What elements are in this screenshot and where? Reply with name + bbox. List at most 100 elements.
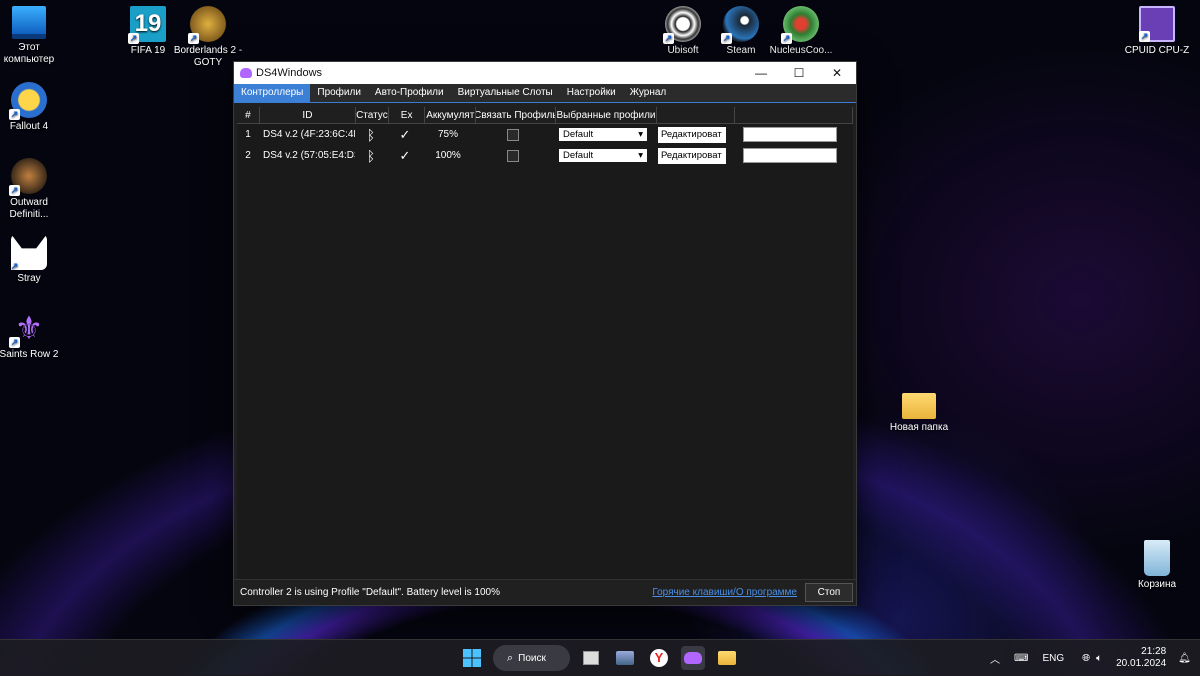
- desktop-icon-new-folder[interactable]: Новая папка: [883, 388, 955, 434]
- keyboard-icon[interactable]: ⌨: [1014, 653, 1028, 664]
- gallery-app-icon[interactable]: [613, 646, 637, 670]
- bluetooth-icon: ᛒ: [366, 147, 376, 164]
- tab-profiles[interactable]: Профили: [310, 84, 368, 102]
- shortcut-arrow-icon: ↗: [663, 33, 674, 44]
- column-header-id[interactable]: ID: [259, 107, 357, 124]
- search-icon: ⌕: [507, 651, 514, 664]
- fifa-icon: 19 ↗: [128, 6, 166, 44]
- maximize-button[interactable]: ☐: [780, 62, 818, 84]
- desktop-icon-outward[interactable]: ↗ Outward Definiti...: [0, 158, 65, 221]
- ubisoft-icon: ↗: [663, 6, 701, 44]
- stop-button[interactable]: Стоп: [805, 583, 853, 602]
- system-tray: ︿ ⌨ ENG 🌐︎ 🔈︎ 21:28 20.01.2024 🔔︎: [990, 640, 1191, 676]
- profile-dropdown[interactable]: Default ▾: [559, 128, 647, 141]
- desktop-icon-this-pc[interactable]: Этот компьютер: [0, 6, 65, 66]
- tab-log[interactable]: Журнал: [623, 84, 674, 102]
- table-row: 2 DS4 v.2 (57:05:E4:D3 ᛒ ✓ 100% Default ▾…: [237, 145, 853, 166]
- task-view-icon[interactable]: [579, 646, 603, 670]
- edit-cell: Редактироват: [653, 124, 731, 145]
- link-profile-checkbox[interactable]: [507, 149, 519, 162]
- windows-logo-icon: [463, 649, 481, 667]
- desktop-icon-cpuz[interactable]: ↗ CPUID CPU-Z: [1121, 6, 1193, 57]
- globe-icon[interactable]: 🌐︎: [1082, 653, 1090, 664]
- column-header-edit[interactable]: [656, 107, 735, 124]
- lightbar-cell: [731, 124, 849, 145]
- row-number: 2: [245, 150, 251, 161]
- yandex-browser-icon[interactable]: Y: [647, 646, 671, 670]
- ds4windows-window: DS4Windows — ☐ ✕ Контроллеры Профили Авт…: [233, 61, 857, 606]
- clock[interactable]: 21:28 20.01.2024: [1116, 646, 1166, 670]
- column-header-link-profile[interactable]: Связать Профиль: [476, 107, 557, 124]
- ds4windows-taskbar-icon[interactable]: [681, 646, 705, 670]
- file-explorer-icon[interactable]: [715, 646, 739, 670]
- chevron-down-icon: ▾: [638, 129, 643, 140]
- shortcut-arrow-icon: ↗: [128, 33, 139, 44]
- profile-dropdown[interactable]: Default ▾: [559, 149, 647, 162]
- title-bar[interactable]: DS4Windows — ☐ ✕: [234, 62, 856, 84]
- volume-icon[interactable]: 🔈︎: [1096, 653, 1102, 664]
- desktop-icon-label: Fallout 4: [9, 121, 49, 132]
- shortcut-arrow-icon: ↗: [9, 109, 20, 120]
- desktop-icon-label: Ubisoft: [667, 45, 699, 56]
- profile-dropdown-value: Default: [563, 129, 594, 140]
- status-message: Controller 2 is using Profile "Default".…: [240, 587, 500, 598]
- folder-icon: [902, 393, 936, 419]
- desktop-icon-label: Borderlands 2 - GOTY: [173, 45, 243, 68]
- clock-time: 21:28: [1141, 646, 1167, 657]
- saints-row-icon: ⚜ ↗: [9, 310, 44, 348]
- column-header-ex[interactable]: Ex: [388, 107, 426, 124]
- search-label: Поиск: [518, 652, 546, 664]
- column-header-status[interactable]: Статус: [356, 107, 389, 124]
- column-header-number[interactable]: #: [237, 107, 260, 124]
- edit-profile-button[interactable]: Редактироват: [658, 147, 726, 164]
- fallout-icon: ↗: [9, 82, 47, 120]
- minimize-button[interactable]: —: [742, 62, 780, 84]
- hotkeys-about-link[interactable]: Горячие клавиши/О программе: [652, 587, 797, 598]
- desktop-icon-label: Stray: [17, 273, 41, 284]
- start-button[interactable]: [460, 646, 484, 670]
- monitor-icon: [12, 6, 46, 39]
- shortcut-arrow-icon: ↗: [1139, 31, 1150, 42]
- lightbar-cell: [731, 145, 849, 166]
- status-bar: Controller 2 is using Profile "Default".…: [234, 579, 856, 605]
- battery-level: 75%: [437, 129, 458, 140]
- tab-auto-profiles[interactable]: Авто-Профили: [368, 84, 451, 102]
- desktop-icon-label: Корзина: [1137, 579, 1177, 590]
- shortcut-arrow-icon: ↗: [721, 33, 732, 44]
- tab-settings[interactable]: Настройки: [560, 84, 623, 102]
- bluetooth-icon: ᛒ: [366, 126, 376, 143]
- tab-controllers[interactable]: Контроллеры: [234, 84, 311, 102]
- controller-id: DS4 v.2 (57:05:E4:D3: [263, 150, 355, 161]
- close-button[interactable]: ✕: [818, 62, 856, 84]
- desktop-icon-saints-row[interactable]: ⚜ ↗ Saints Row 2: [0, 310, 65, 361]
- edit-cell: Редактироват: [653, 145, 731, 166]
- taskbar: ⌕ Поиск Y ︿ ⌨ ENG 🌐︎ 🔈︎ 21:28 20.01.2024…: [0, 639, 1200, 676]
- edit-profile-button[interactable]: Редактироват: [658, 126, 726, 143]
- desktop-icon-recycle-bin[interactable]: Корзина: [1121, 540, 1193, 591]
- search-box[interactable]: ⌕ Поиск: [493, 645, 570, 671]
- column-header-lightbar[interactable]: [734, 107, 853, 124]
- language-indicator[interactable]: ENG: [1042, 653, 1064, 664]
- link-profile-checkbox[interactable]: [507, 128, 519, 141]
- outward-icon: ↗: [9, 158, 47, 196]
- desktop-icon-nucleus[interactable]: ↗ NucleusCoo...: [765, 6, 837, 57]
- battery-level: 100%: [435, 150, 461, 161]
- lightbar-color-box[interactable]: [743, 148, 837, 163]
- check-icon: ✓: [399, 126, 411, 142]
- chevron-up-icon[interactable]: ︿: [990, 651, 1000, 666]
- column-header-battery[interactable]: Аккумулят: [425, 107, 477, 124]
- chevron-down-icon: ▾: [638, 150, 643, 161]
- gamepad-icon: [240, 68, 252, 78]
- controllers-grid: # ID Статус Ex Аккумулят Связать Профиль…: [237, 107, 853, 579]
- desktop-icon-borderlands[interactable]: ↗ Borderlands 2 - GOTY: [172, 6, 244, 69]
- notification-bell-icon[interactable]: 🔔︎: [1178, 653, 1191, 664]
- desktop-icon-fallout[interactable]: ↗ Fallout 4: [0, 82, 65, 133]
- shortcut-arrow-icon: ↗: [10, 261, 20, 271]
- window-title: DS4Windows: [256, 67, 323, 79]
- steam-icon: ↗: [721, 6, 759, 44]
- column-header-selected-profiles[interactable]: Выбранные профили: [556, 107, 657, 124]
- tab-virtual-slots[interactable]: Виртуальные Слоты: [451, 84, 560, 102]
- desktop-icon-stray[interactable]: ↗ Stray: [0, 234, 65, 285]
- stray-icon: ↗: [11, 234, 47, 270]
- lightbar-color-box[interactable]: [743, 127, 837, 142]
